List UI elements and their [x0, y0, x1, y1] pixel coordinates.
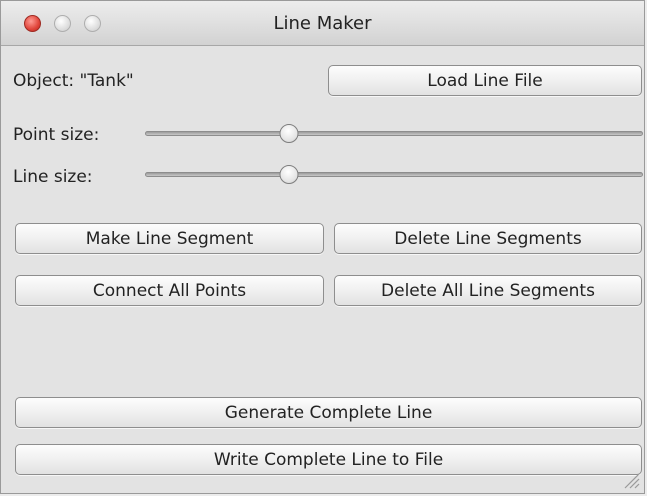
resize-grip-icon[interactable] — [622, 471, 640, 489]
line-size-label: Line size: — [13, 167, 93, 187]
make-line-segment-button[interactable]: Make Line Segment — [15, 223, 324, 254]
connect-all-points-button[interactable]: Connect All Points — [15, 275, 324, 306]
load-line-file-button[interactable]: Load Line File — [328, 65, 642, 96]
window-title: Line Maker — [273, 13, 372, 34]
point-size-label: Point size: — [13, 125, 100, 145]
line-size-slider-knob[interactable] — [279, 165, 299, 184]
line-size-slider[interactable] — [145, 164, 643, 186]
delete-line-segments-button[interactable]: Delete Line Segments — [334, 223, 642, 254]
line-size-slider-track — [145, 172, 643, 177]
point-size-slider-track — [145, 131, 643, 136]
title-bar[interactable]: Line Maker — [1, 1, 644, 46]
point-size-slider[interactable] — [145, 123, 643, 145]
line-maker-window: Line Maker Object: "Tank" Load Line File… — [0, 0, 645, 494]
delete-all-line-segments-button[interactable]: Delete All Line Segments — [334, 275, 642, 306]
object-label: Object: "Tank" — [13, 71, 134, 91]
write-complete-line-to-file-button[interactable]: Write Complete Line to File — [15, 444, 642, 475]
generate-complete-line-button[interactable]: Generate Complete Line — [15, 397, 642, 428]
point-size-slider-knob[interactable] — [279, 124, 299, 143]
